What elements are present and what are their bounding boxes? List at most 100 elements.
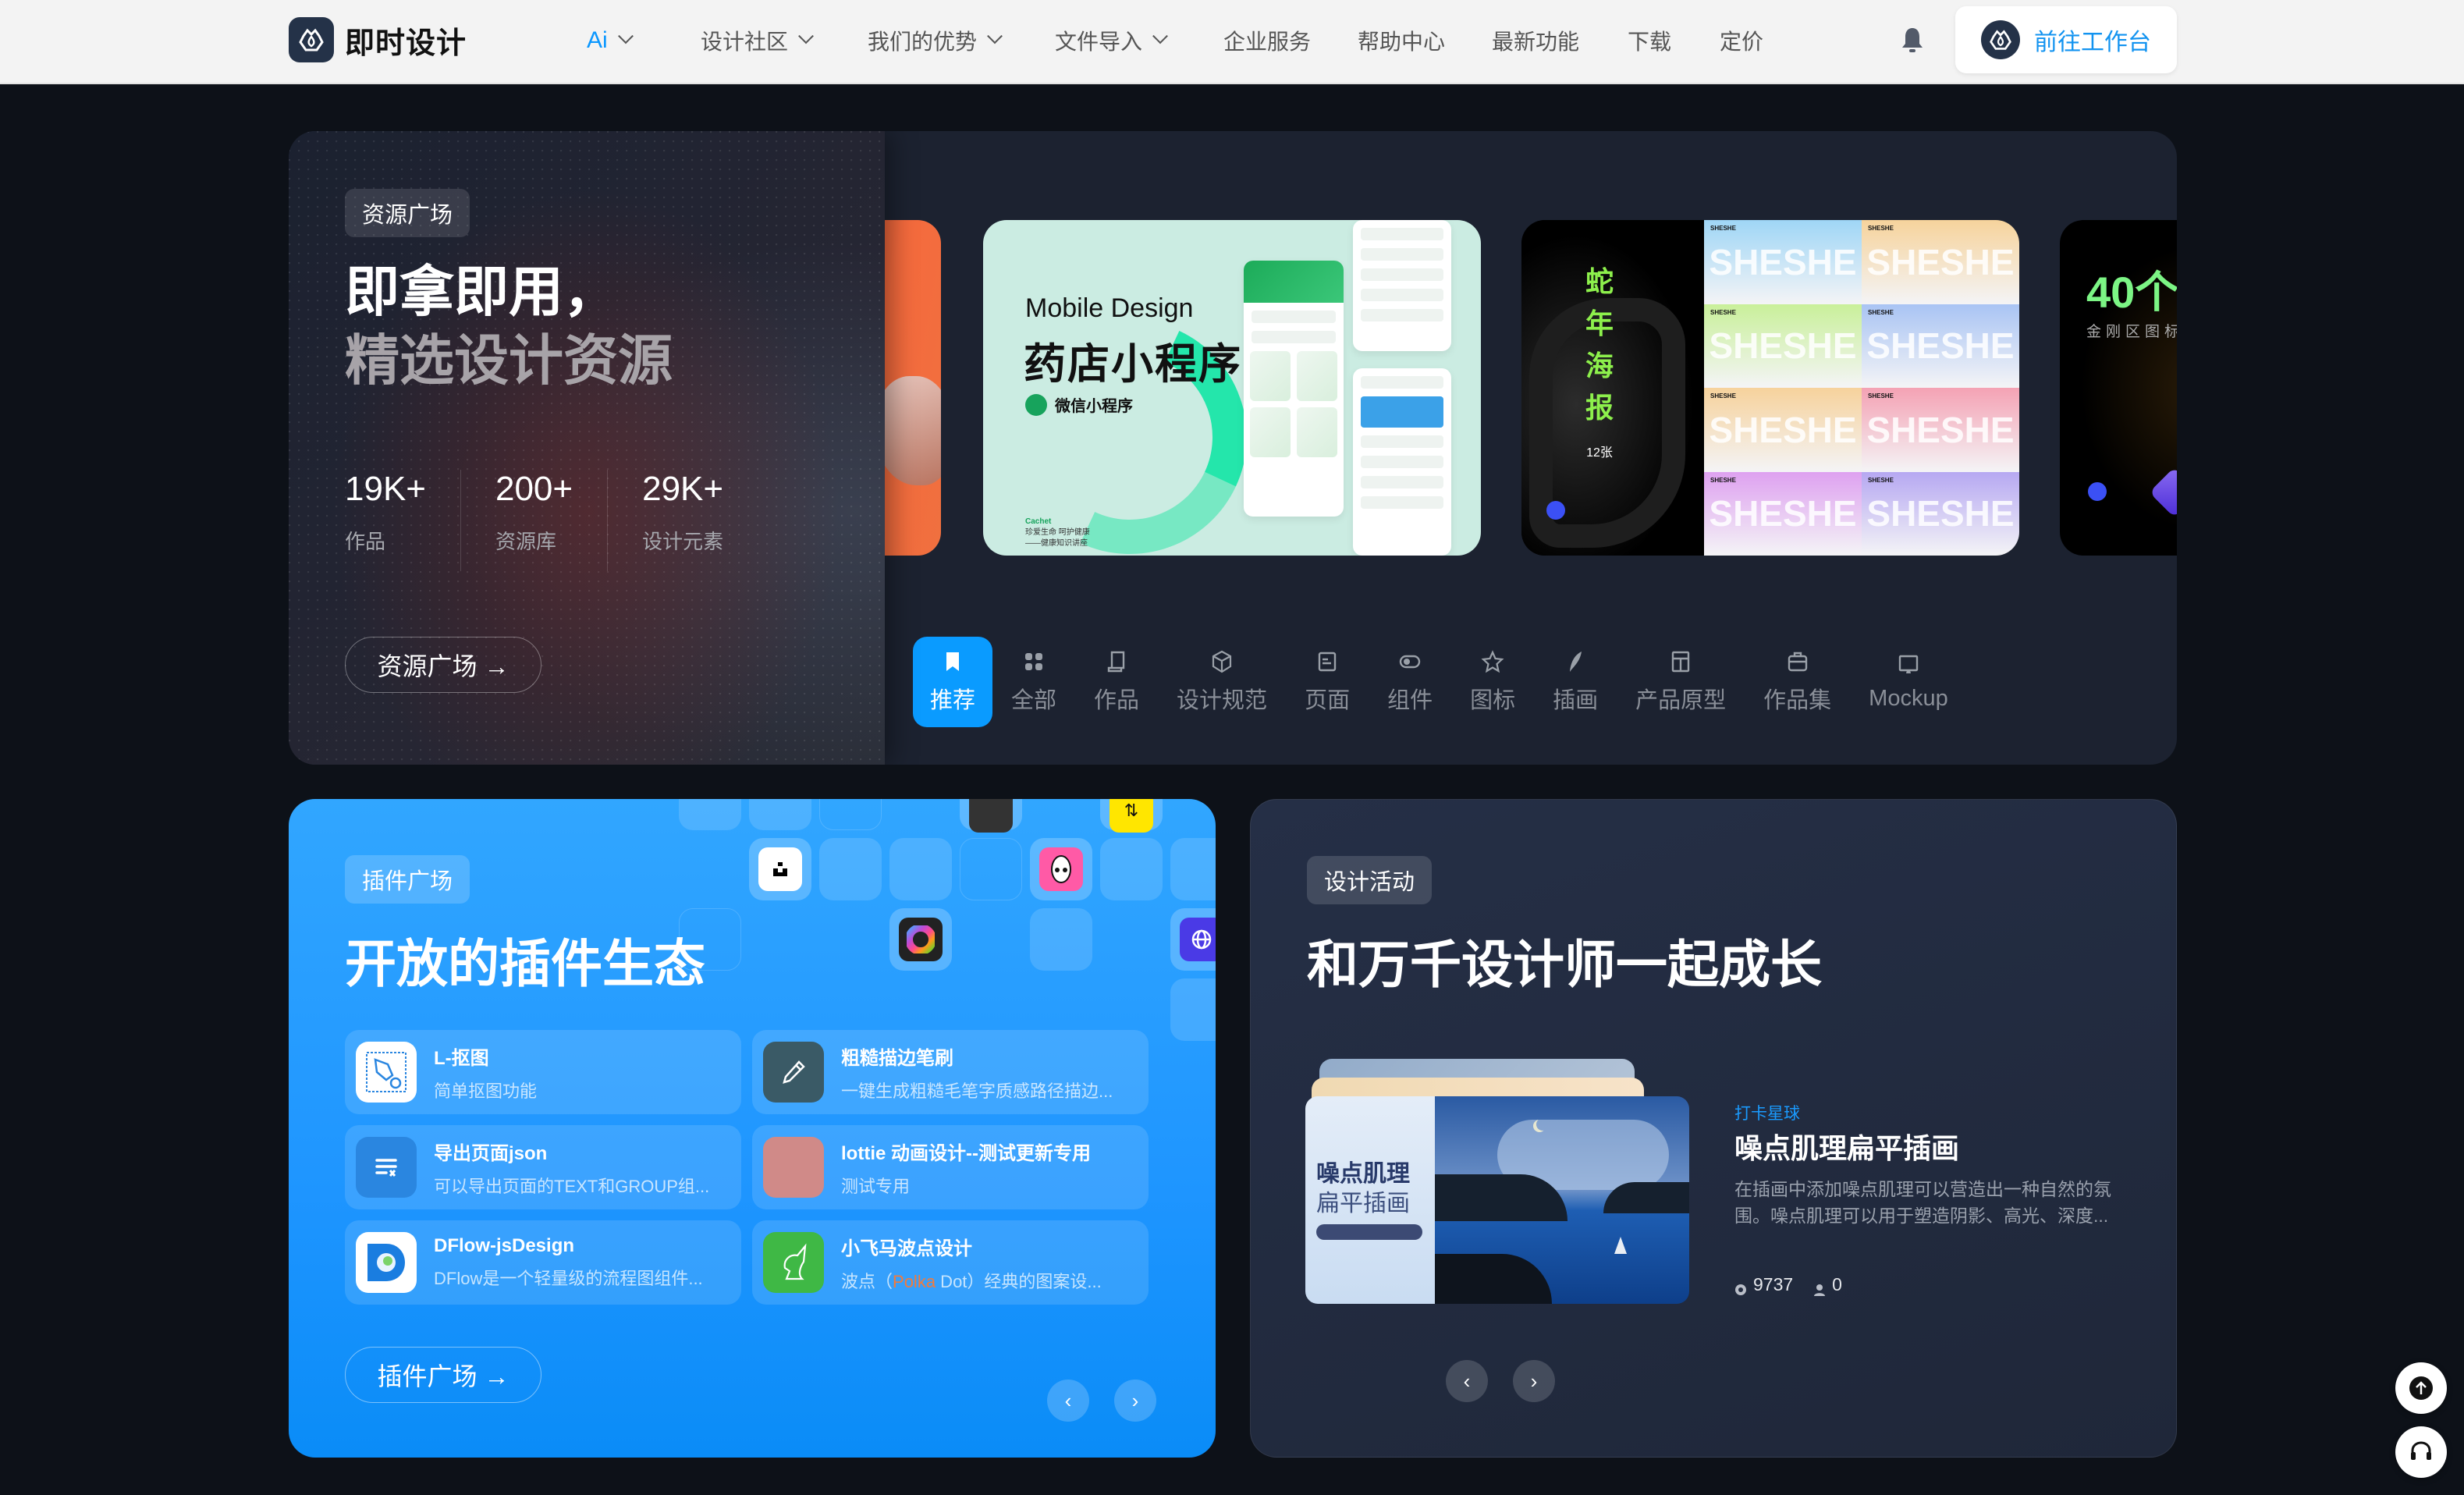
stat-libraries: 200+ 资源库 <box>495 470 609 571</box>
plugin-description: 简单抠图功能 <box>434 1081 538 1101</box>
plugin-next-button[interactable]: › <box>1114 1380 1156 1422</box>
plugin-description: 波点（Polka Dot）经典的图案设... <box>841 1268 1102 1293</box>
chevron-down-icon <box>798 28 814 44</box>
snake-poster-tile: SHESHE SHESHE <box>1704 220 1862 304</box>
activity-category[interactable]: 打卡星球 <box>1734 1101 1800 1124</box>
nav-item-pricing[interactable]: 定价 <box>1720 23 1763 58</box>
sailboat-icon <box>1614 1237 1627 1254</box>
brand-logo[interactable]: 即时设计 <box>289 17 467 62</box>
unicorn-icon <box>763 1232 824 1293</box>
snake-title: 蛇 年 海 报 <box>1584 261 1615 429</box>
tab-label: 页面 <box>1305 688 1351 713</box>
tab-works[interactable]: 作品 <box>1075 637 1158 727</box>
customer-support-button[interactable] <box>2395 1426 2447 1478</box>
plugin-item[interactable]: lottie 动画设计--测试更新专用 测试专用 <box>752 1125 1149 1209</box>
tile-brand: SHESHE <box>1710 476 1736 484</box>
night-lake-illustration <box>1435 1096 1689 1304</box>
snake-poster-tile: SHESHE SHESHE <box>1704 388 1862 472</box>
cover-pill <box>1316 1224 1422 1240</box>
activity-next-button[interactable]: › <box>1513 1360 1555 1402</box>
plugin-prev-button[interactable]: ‹ <box>1047 1380 1089 1422</box>
stats-row: 19K+ 作品 200+ 资源库 29K+ 设计元素 <box>345 470 792 571</box>
views-count: 9737 <box>1753 1274 1794 1294</box>
top-nav: 即时设计 Ai 设计社区 我们的优势 文件导入 企业服务 帮助中心 最新功能 下… <box>0 0 2464 84</box>
toggle-icon <box>1399 655 1421 669</box>
chevron-down-icon <box>617 28 634 44</box>
poster-count: 12张 <box>1586 446 1613 460</box>
activity-description: 在插画中添加噪点肌理可以营造出一种自然的氛围。噪点肌理可以用于塑造阴影、高光、深… <box>1734 1179 2111 1226</box>
decorative-ring <box>983 286 1280 556</box>
snake-poster-tile: SHESHE SHESHE <box>1862 388 2019 472</box>
tab-recommended[interactable]: 推荐 <box>913 637 993 727</box>
plugin-section-title: 开放的插件生态 <box>345 935 705 993</box>
plugin-item[interactable]: L-抠图简单抠图功能 <box>345 1030 741 1114</box>
plugin-name: 导出页面json <box>434 1142 548 1164</box>
nav-item-help[interactable]: 帮助中心 <box>1358 23 1445 58</box>
tab-prototypes[interactable]: 产品原型 <box>1617 637 1745 727</box>
cover-title-light: 扁平插画 <box>1316 1191 1410 1216</box>
nav-item-new-features[interactable]: 最新功能 <box>1492 23 1579 58</box>
snake-poster-tile: SHESHE SHESHE <box>1862 220 2019 304</box>
nav-item-ai[interactable]: Ai <box>587 23 634 58</box>
plugin-item[interactable]: DFlow-jsDesign DFlow是一个轻量级的流程图组件... <box>345 1220 741 1305</box>
tab-design-system[interactable]: 设计规范 <box>1158 637 1286 727</box>
nav-item-community[interactable]: 设计社区 <box>701 23 814 58</box>
stat-value: 29K+ <box>642 470 724 508</box>
stat-works: 19K+ 作品 <box>345 470 461 571</box>
nav-item-label: 设计社区 <box>701 30 789 54</box>
brand-name: 即时设计 <box>345 27 467 60</box>
sort-arrows-icon: ⇅ <box>1110 799 1153 833</box>
resource-plaza-button[interactable]: 资源广场 → <box>345 637 541 693</box>
activity-cover[interactable]: 噪点肌理 扁平插画 <box>1305 1096 1689 1304</box>
nav-item-label: 我们的优势 <box>868 30 978 54</box>
bell-icon[interactable] <box>1901 27 1924 55</box>
hero-title-line1: 即拿即用， <box>345 261 618 322</box>
chevron-down-icon <box>1152 28 1168 44</box>
plugin-description: 一键生成粗糙毛笔字质感路径描边... <box>841 1081 1113 1101</box>
nav-item-label: 帮助中心 <box>1358 30 1446 54</box>
author-badge-icon <box>2088 482 2107 501</box>
plugin-item[interactable]: 小飞马波点设计 波点（Polka Dot）经典的图案设... <box>752 1220 1149 1305</box>
resource-hero-card: Mobile Design 药店小程序 微信小程序 Cachet 珍爱生命 呵护… <box>289 131 2177 765</box>
tab-icons[interactable]: 图标 <box>1451 637 1534 727</box>
plugin-plaza-button[interactable]: 插件广场 → <box>345 1347 541 1403</box>
chevron-right-icon: › <box>1530 1369 1538 1393</box>
plugin-description: 测试专用 <box>841 1176 911 1196</box>
tab-all[interactable]: 全部 <box>992 637 1075 727</box>
carousel-card-snake-poster[interactable]: 蛇 年 海 报 12张 SHESHE SHESHE SHESHE SHESHE SHES… <box>1521 220 2019 556</box>
tab-portfolio[interactable]: 作品集 <box>1745 637 1850 727</box>
feather-icon <box>1570 652 1582 672</box>
tab-components[interactable]: 组件 <box>1369 637 1451 727</box>
plugin-plaza-card: ⇅ 插件广场 开放的插件生态 L-抠图 简单抠图功能 粗糙描边笔刷 一键生成粗糙毛笔… <box>289 799 1216 1458</box>
nav-item-advantages[interactable]: 我们的优势 <box>868 23 1003 58</box>
chevron-left-icon: ‹ <box>1463 1369 1471 1393</box>
plugin-name: 粗糙描边笔刷 <box>841 1047 953 1069</box>
carousel-card-pharmacy[interactable]: Mobile Design 药店小程序 微信小程序 Cachet 珍爱生命 呵护… <box>983 220 1481 556</box>
activity-name[interactable]: 噪点肌理扁平插画 <box>1734 1126 1959 1167</box>
tab-pages[interactable]: 页面 <box>1286 637 1369 727</box>
plugin-list: L-抠图简单抠图功能 粗糙描边笔刷一键生成粗糙毛笔字质感路径描边... 导出页面… <box>345 1030 1149 1305</box>
cover-text-panel: 噪点肌理 扁平插画 <box>1305 1096 1435 1304</box>
plugin-app-tile <box>960 799 1022 833</box>
plugin-name: L-抠图 <box>434 1047 489 1069</box>
nav-item-label: 企业服务 <box>1223 30 1312 54</box>
activity-prev-button[interactable]: ‹ <box>1446 1360 1488 1402</box>
snake-poster-grid: SHESHE SHESHE SHESHE SHESHE SHESHE SHESHE SHES… <box>1704 220 2019 556</box>
go-to-workbench-button[interactable]: 前往工作台 <box>1955 6 2177 73</box>
tab-illustrations[interactable]: 插画 <box>1534 637 1617 727</box>
nav-item-file-import[interactable]: 文件导入 <box>1055 23 1168 58</box>
plugin-description: 可以导出页面的TEXT和GROUP组... <box>434 1176 710 1196</box>
tab-mockup[interactable]: Mockup <box>1850 637 1967 727</box>
plugin-name: DFlow-jsDesign <box>434 1235 575 1256</box>
back-to-top-button[interactable] <box>2395 1362 2447 1414</box>
stat-label: 作品 <box>345 530 386 553</box>
wechat-badge: 微信小程序 <box>1025 393 1133 416</box>
headset-icon <box>2411 1441 2431 1460</box>
carousel-card-icons[interactable]: 40个 金刚区图标 <box>2060 220 2177 556</box>
author-badge-icon <box>1546 501 1565 520</box>
plugin-item[interactable]: 导出页面json 可以导出页面的TEXT和GROUP组... <box>345 1125 741 1209</box>
title-char: 蛇 <box>1585 265 1614 297</box>
plugin-item[interactable]: 粗糙描边笔刷一键生成粗糙毛笔字质感路径描边... <box>752 1030 1149 1114</box>
nav-item-enterprise[interactable]: 企业服务 <box>1223 23 1311 58</box>
nav-item-download[interactable]: 下载 <box>1628 23 1671 58</box>
